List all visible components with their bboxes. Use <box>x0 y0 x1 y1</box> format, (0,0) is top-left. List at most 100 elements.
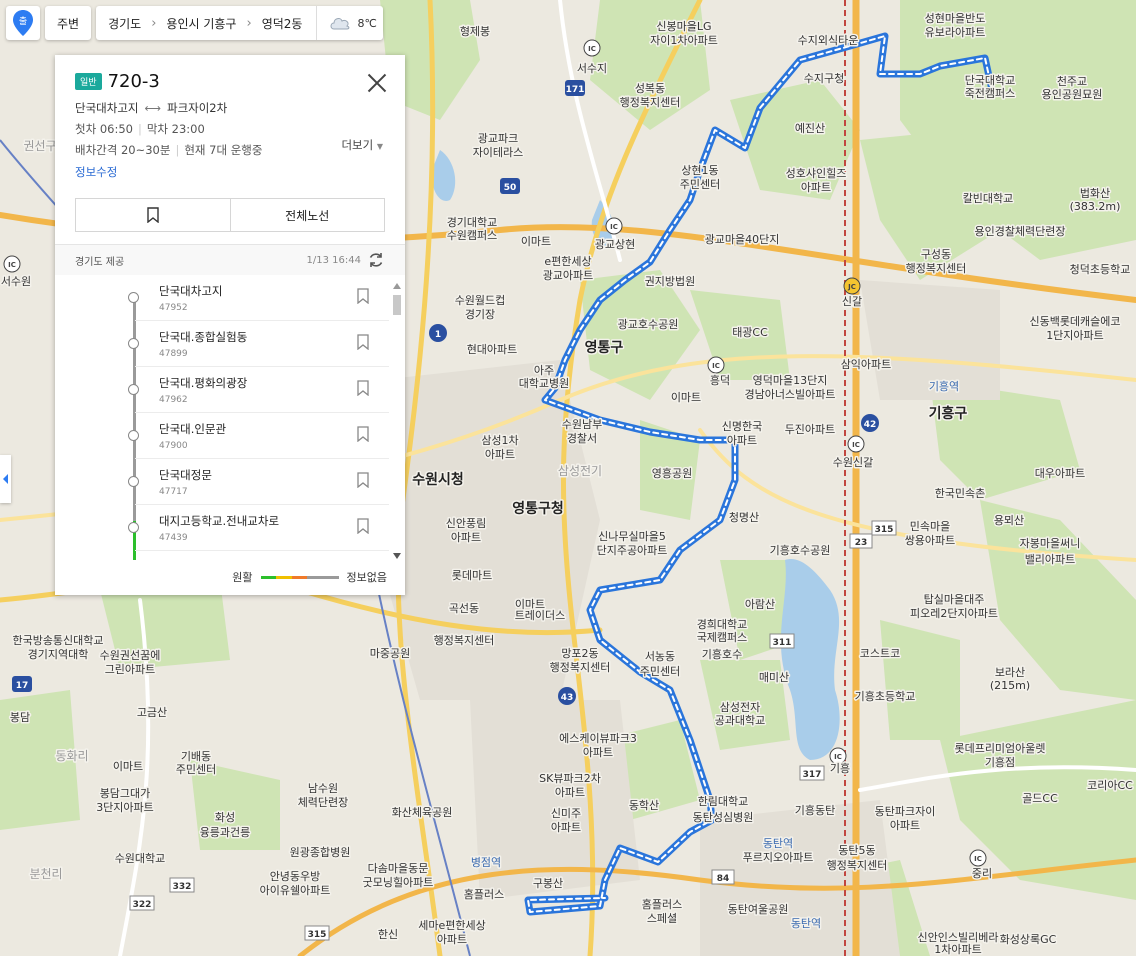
map-label[interactable]: 아파트 <box>799 180 832 196</box>
map-label[interactable]: 동화리 <box>54 748 90 765</box>
map-logo-button[interactable]: 출 <box>6 6 40 40</box>
map-label[interactable]: 아파트 <box>449 530 482 546</box>
map-label[interactable]: 곡선동 <box>447 601 480 617</box>
map-label[interactable]: 신갈 <box>840 293 863 310</box>
map-label[interactable]: 화산체육공원 <box>390 805 454 821</box>
map-label[interactable]: 광교상현 <box>593 237 636 253</box>
nearby-button[interactable]: 주변 <box>45 6 92 40</box>
map-label[interactable]: 신동백롯데캐슬에코 <box>1028 314 1122 330</box>
map-label[interactable]: 신안풍림 <box>444 516 487 532</box>
map-label[interactable]: 스페셜 <box>645 911 678 927</box>
bookmark-icon[interactable] <box>357 426 369 442</box>
map-label[interactable]: 형제봉 <box>458 24 491 40</box>
panel-toggle-button[interactable] <box>0 455 11 503</box>
map-label[interactable]: 1단지아파트 <box>1045 328 1106 344</box>
map-label[interactable]: 남수원 <box>306 781 339 797</box>
map-label[interactable]: 삼익아파트 <box>839 357 893 373</box>
map-label[interactable]: 한림대학교 <box>696 794 750 810</box>
bookmark-icon[interactable] <box>357 518 369 534</box>
map-label[interactable]: 국제캠퍼스 <box>695 630 749 646</box>
map-label[interactable]: 다솜마을동문 <box>366 861 430 877</box>
map-label[interactable]: 광교아파트 <box>541 268 595 284</box>
map-label[interactable]: 동탄5동 <box>837 843 877 859</box>
map-label[interactable]: 병점역 <box>469 855 502 871</box>
map-label[interactable]: 수지구청 <box>802 71 845 87</box>
map-label[interactable]: 행정복지센터 <box>825 858 889 874</box>
map-label[interactable]: 수원시청 <box>411 471 466 490</box>
stop-row[interactable]: 단국대차고지 47952 <box>128 275 389 321</box>
map-label[interactable]: 영덕마을13단지 <box>751 373 829 389</box>
map-label[interactable]: 행정복지센터 <box>432 633 496 649</box>
map-label[interactable]: 보라산 <box>993 665 1026 681</box>
map-label[interactable]: 경찰서 <box>565 431 598 447</box>
map-label[interactable]: 기흥호수 <box>700 646 743 663</box>
map-label[interactable]: 체력단련장 <box>296 795 350 811</box>
edit-info-link[interactable]: 정보수정 <box>75 164 385 180</box>
map-label[interactable]: 태광CC <box>731 325 770 341</box>
map-label[interactable]: 칼빈대학교 <box>961 191 1015 207</box>
map-label[interactable]: 3단지아파트 <box>95 800 156 816</box>
bookmark-icon[interactable] <box>357 334 369 350</box>
map-label[interactable]: 트레이더스 <box>513 608 567 624</box>
map-label[interactable]: 서수원 <box>0 274 33 290</box>
map-label[interactable]: 영흥공원 <box>650 465 693 482</box>
map-label[interactable]: (215m) <box>988 678 1031 694</box>
map-label[interactable]: 아파트 <box>725 433 758 449</box>
map-label[interactable]: 쌍용아파트 <box>903 533 957 549</box>
map-label[interactable]: 기흥초등학교 <box>853 688 917 705</box>
map-label[interactable]: 수원대학교 <box>113 851 167 867</box>
map-label[interactable]: 단국대학교 <box>963 73 1017 89</box>
map-label[interactable]: 신나무실마을5 <box>597 529 668 545</box>
map-label[interactable]: 화성상록GC <box>998 932 1058 948</box>
map-label[interactable]: 행정복지센터 <box>618 95 682 111</box>
map-label[interactable]: 동탄여울공원 <box>726 902 790 918</box>
map-label[interactable]: 행정복지센터 <box>548 660 612 676</box>
map-label[interactable]: 용인경찰체력단련장 <box>973 224 1067 240</box>
map-label[interactable]: 기흥구 <box>927 404 969 424</box>
stop-row[interactable]: 대지고등학교.전내교차로 47439 <box>128 505 389 551</box>
map-label[interactable]: 대학교병원 <box>517 376 571 392</box>
map-label[interactable]: 융릉과건릉 <box>198 825 252 841</box>
map-label[interactable]: 상현1동 <box>680 163 720 179</box>
map-label[interactable]: 삼성전기 <box>556 463 603 480</box>
map-label[interactable]: 한국방송통신대학교 <box>11 633 105 649</box>
map-label[interactable]: 아주 <box>532 363 555 379</box>
map-label[interactable]: 아파트 <box>553 785 586 801</box>
map-label[interactable]: 매미산 <box>757 670 790 686</box>
stop-row[interactable]: 꽃메마을1단지 <box>135 551 389 560</box>
map-label[interactable]: 성현마을반도 <box>923 11 987 27</box>
breadcrumb-dong[interactable]: 영덕2동 <box>262 15 303 32</box>
map-label[interactable]: 롯데프리미엄아울렛 <box>953 741 1047 757</box>
map-label[interactable]: 동탄역 <box>761 836 794 852</box>
map-label[interactable]: 에스케이뷰파크3 <box>558 731 639 747</box>
map-label[interactable]: 주민센터 <box>174 762 217 778</box>
map-label[interactable]: 피오레2단지아파트 <box>909 606 1000 622</box>
map-label[interactable]: 코리아CC <box>1086 778 1135 794</box>
map-label[interactable]: 기흥동탄 <box>793 802 836 819</box>
map-label[interactable]: 서농동 <box>643 649 676 665</box>
refresh-icon[interactable] <box>367 251 385 269</box>
stop-row[interactable]: 단국대.인문관 47900 <box>128 413 389 459</box>
map-label[interactable]: 신명한국 <box>720 419 763 435</box>
map-label[interactable]: 동탄성심병원 <box>691 810 755 826</box>
map-label[interactable]: 영통구 <box>583 338 625 358</box>
map-label[interactable]: 아파트 <box>581 745 614 761</box>
map-label[interactable]: SK뷰파크2차 <box>538 771 603 787</box>
map-label[interactable]: 용인공원묘원 <box>1040 87 1104 103</box>
map-label[interactable]: 수원남부 <box>560 417 603 433</box>
map-label[interactable]: 경기장 <box>463 307 496 323</box>
map-label[interactable]: (383.2m) <box>1068 199 1122 215</box>
map-label[interactable]: 봉담 <box>8 710 31 726</box>
map-label[interactable]: 망포2동 <box>560 646 600 662</box>
close-icon[interactable] <box>367 73 387 93</box>
map-label[interactable]: 밸리아파트 <box>1023 552 1077 568</box>
stop-row[interactable]: 단국대.평화의광장 47962 <box>128 367 389 413</box>
map-label[interactable]: 공과대학교 <box>713 713 767 729</box>
map-label[interactable]: e편한세상 <box>543 254 593 270</box>
map-label[interactable]: 동탄파크자이 <box>873 804 937 820</box>
map-label[interactable]: 푸르지오아파트 <box>741 850 815 866</box>
map-label[interactable]: 주민센터 <box>638 664 681 680</box>
map-label[interactable]: 중리 <box>970 866 993 882</box>
map-label[interactable]: 이마트 <box>519 234 552 250</box>
map-label[interactable]: 자이1차아파트 <box>649 33 720 49</box>
